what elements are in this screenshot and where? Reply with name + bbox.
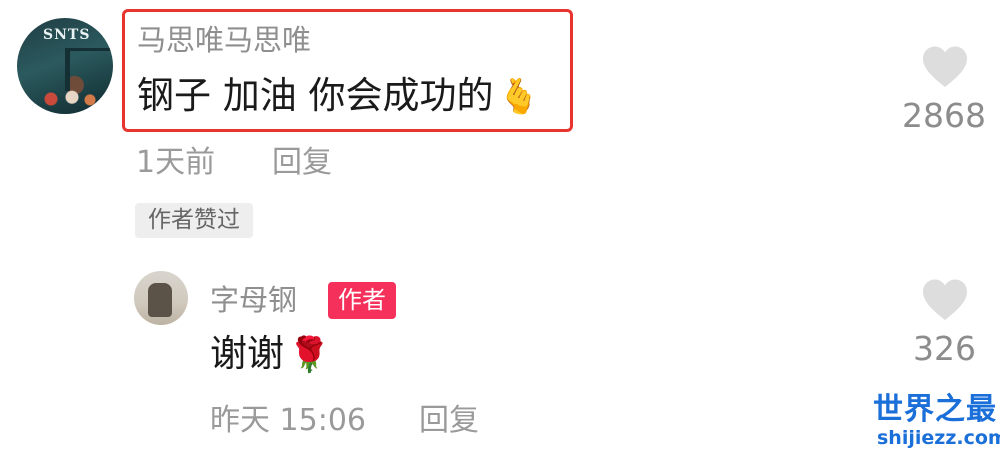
reply-username[interactable]: 字母钢 (210, 280, 297, 320)
avatar[interactable] (134, 271, 188, 325)
rose-emoji: 🌹 (288, 335, 331, 375)
comment-timestamp: 1天前 (136, 145, 216, 180)
reply-timestamp: 昨天 15:06 (210, 403, 366, 438)
comment-username[interactable]: 马思唯马思唯 (137, 20, 311, 60)
reply-text: 谢谢 🌹 (210, 330, 330, 379)
reply-button[interactable]: 回复 (419, 401, 479, 441)
like-count: 326 (913, 329, 976, 368)
reply-button[interactable]: 回复 (272, 143, 332, 183)
like-count: 2868 (902, 96, 986, 135)
finger-heart-emoji: 🫰 (497, 77, 540, 117)
heart-icon[interactable] (921, 45, 969, 89)
watermark-url: shijiezz.com (877, 427, 1000, 449)
author-liked-badge: 作者赞过 (135, 203, 253, 238)
avatar-text: SNTS (43, 27, 91, 43)
reply-body: 谢谢 (210, 332, 284, 375)
author-badge: 作者 (328, 282, 396, 319)
comment-body: 钢子 加油 你会成功的 (137, 74, 494, 117)
watermark-title: 世界之最 (873, 392, 997, 427)
comment-text: 钢子 加油 你会成功的 🫰 (137, 72, 540, 121)
heart-icon[interactable] (921, 278, 969, 322)
avatar[interactable]: SNTS (17, 18, 113, 114)
